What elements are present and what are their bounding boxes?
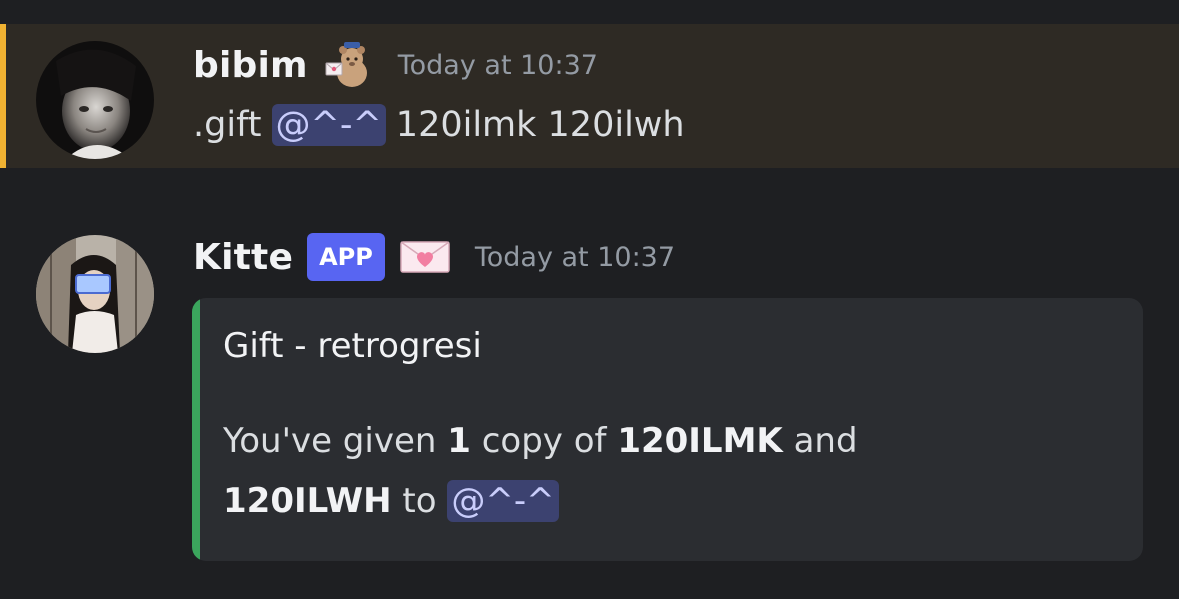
desc-count: 1 xyxy=(447,421,471,461)
desc-text: You've given xyxy=(223,421,437,461)
embed-description-line-2: 120ILWH to @^-^ xyxy=(223,475,858,527)
app-badge: APP xyxy=(307,233,385,281)
username[interactable]: Kitte xyxy=(193,237,293,278)
embed-description: You've given 1 copy of 120ILMK and 120IL… xyxy=(223,415,858,527)
avatar-image xyxy=(36,235,154,353)
desc-text: to xyxy=(402,481,437,521)
teddy-bear-mail-icon xyxy=(322,39,374,91)
embed-description-line-1: You've given 1 copy of 120ILMK and xyxy=(223,415,858,467)
timestamp[interactable]: Today at 10:37 xyxy=(398,50,598,81)
mention-highlight-bar xyxy=(0,24,6,168)
message-text-suffix: 120ilmk 120ilwh xyxy=(395,105,685,145)
embed-title: Gift - retrogresi xyxy=(223,326,482,366)
desc-text: and xyxy=(793,421,858,461)
avatar-kitte[interactable] xyxy=(36,235,154,353)
avatar-image xyxy=(36,41,154,159)
timestamp[interactable]: Today at 10:37 xyxy=(475,242,675,273)
chat-message-list: bibim Today at 10:37 .gift @^-^ 120ilmk … xyxy=(0,0,1179,599)
message-bibim-highlighted[interactable]: bibim Today at 10:37 .gift @^-^ 120ilmk … xyxy=(0,24,1179,168)
embed-accent-bar xyxy=(192,298,200,561)
heart-letter-icon xyxy=(399,239,451,275)
desc-item-1: 120ILMK xyxy=(617,421,783,461)
message-header: Kitte APP Today at 10:37 xyxy=(193,232,675,282)
gift-embed: Gift - retrogresi You've given 1 copy of… xyxy=(192,298,1143,561)
avatar-bibim[interactable] xyxy=(36,41,154,159)
user-mention[interactable]: @^-^ xyxy=(447,480,559,522)
desc-item-2: 120ILWH xyxy=(223,481,392,521)
desc-text: copy of xyxy=(481,421,607,461)
message-content: .gift @^-^ 120ilmk 120ilwh xyxy=(193,104,685,146)
user-mention[interactable]: @^-^ xyxy=(271,104,386,146)
username[interactable]: bibim xyxy=(193,45,308,86)
message-header: bibim Today at 10:37 xyxy=(193,40,598,90)
message-text-prefix: .gift xyxy=(193,105,262,145)
